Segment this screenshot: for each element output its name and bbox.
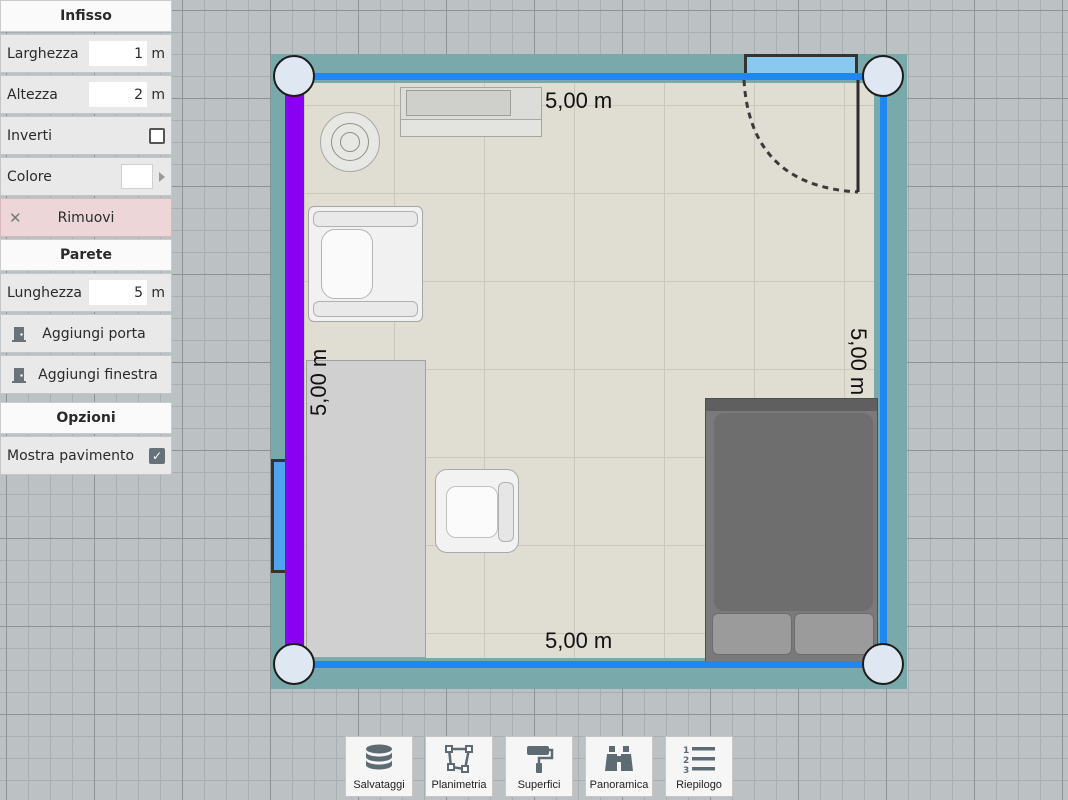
dimension-right: 5,00 m <box>846 328 871 396</box>
planimetria-button[interactable]: Planimetria <box>425 736 493 797</box>
panoramica-button[interactable]: Panoramica <box>585 736 653 797</box>
colore-row: Colore <box>0 157 172 196</box>
svg-text:1: 1 <box>683 746 689 756</box>
bottom-toolbar: Salvataggi Planimetria Superfici Panoram… <box>345 736 733 797</box>
corner-node-top-left[interactable] <box>273 55 315 97</box>
dimension-left: 5,00 m <box>306 348 331 416</box>
superfici-button[interactable]: Superfici <box>505 736 573 797</box>
wall-right[interactable] <box>880 73 887 668</box>
lunghezza-row: Lunghezza 5 m <box>0 273 172 312</box>
riepilogo-label: Riepilogo <box>676 779 722 791</box>
salvataggi-label: Salvataggi <box>353 779 405 791</box>
section-title-parete: Parete <box>0 239 172 271</box>
riepilogo-button[interactable]: 1 2 3 Riepilogo <box>665 736 733 797</box>
colore-swatch[interactable] <box>121 164 153 189</box>
window-icon <box>12 368 26 383</box>
floor-lamp[interactable] <box>320 112 380 172</box>
colore-label: Colore <box>7 168 52 185</box>
rimuovi-label: Rimuovi <box>57 209 115 226</box>
planimetria-label: Planimetria <box>431 779 487 791</box>
mostra-pavimento-row: Mostra pavimento ✓ <box>0 436 172 475</box>
tv-stand[interactable] <box>400 87 542 137</box>
dimension-bottom: 5,00 m <box>545 628 613 653</box>
altezza-input[interactable]: 2 <box>89 82 147 107</box>
svg-text:2: 2 <box>683 756 689 766</box>
salvataggi-button[interactable]: Salvataggi <box>345 736 413 797</box>
larghezza-input[interactable]: 1 <box>89 41 147 66</box>
database-icon <box>366 744 392 770</box>
rimuovi-button[interactable]: ✕ Rimuovi <box>0 198 172 237</box>
door-icon <box>12 327 26 342</box>
lunghezza-input[interactable]: 5 <box>89 280 147 305</box>
binoculars-icon <box>605 746 633 771</box>
inverti-checkbox[interactable] <box>149 127 165 144</box>
altezza-unit: m <box>151 86 165 103</box>
wall-top[interactable] <box>296 73 882 80</box>
altezza-row: Altezza 2 m <box>0 75 172 114</box>
inverti-row: Inverti <box>0 116 172 155</box>
aggiungi-porta-label: Aggiungi porta <box>42 325 146 342</box>
paint-roller-icon <box>527 746 554 773</box>
altezza-label: Altezza <box>7 86 58 103</box>
aggiungi-finestra-label: Aggiungi finestra <box>38 366 158 383</box>
armchair[interactable] <box>308 206 423 322</box>
lunghezza-label: Lunghezza <box>7 284 82 301</box>
mostra-pavimento-checkbox[interactable]: ✓ <box>149 447 165 464</box>
door-swing-arc <box>742 79 860 194</box>
larghezza-label: Larghezza <box>7 45 79 62</box>
svg-text:3: 3 <box>683 766 689 775</box>
inverti-label: Inverti <box>7 127 53 144</box>
larghezza-row: Larghezza 1 m <box>0 34 172 73</box>
section-title-infisso: Infisso <box>0 0 172 32</box>
wall-bottom[interactable] <box>296 661 882 668</box>
mostra-pavimento-label: Mostra pavimento <box>7 447 135 464</box>
dimension-top: 5,00 m <box>545 88 613 113</box>
close-icon: ✕ <box>9 208 22 227</box>
panoramica-label: Panoramica <box>589 779 649 791</box>
lunghezza-unit: m <box>151 284 165 301</box>
aggiungi-porta-button[interactable]: Aggiungi porta <box>0 314 172 353</box>
numbered-list-icon: 1 2 3 <box>683 746 715 775</box>
properties-panel: Infisso Larghezza 1 m Altezza 2 m Invert… <box>0 0 172 477</box>
corner-node-bottom-left[interactable] <box>273 643 315 685</box>
wall-left-selected[interactable] <box>285 76 304 664</box>
section-title-opzioni: Opzioni <box>0 402 172 434</box>
colore-arrow-icon[interactable] <box>159 171 165 182</box>
polygon-icon <box>445 745 473 773</box>
superfici-label: Superfici <box>517 779 561 791</box>
corner-node-bottom-right[interactable] <box>862 643 904 685</box>
aggiungi-finestra-button[interactable]: Aggiungi finestra <box>0 355 172 394</box>
bed[interactable] <box>705 398 878 662</box>
corner-node-top-right[interactable] <box>862 55 904 97</box>
larghezza-unit: m <box>151 45 165 62</box>
desk-chair[interactable] <box>435 469 519 553</box>
